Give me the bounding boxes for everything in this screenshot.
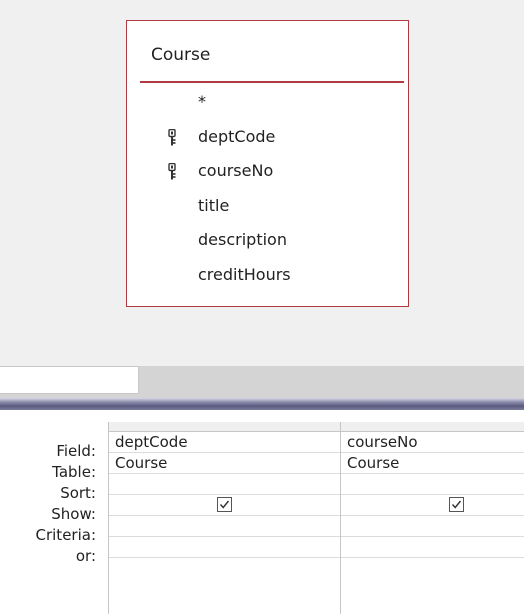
grid-column: deptCode Course — [108, 422, 340, 614]
table-cell[interactable]: Course — [341, 453, 524, 474]
field-item-description[interactable]: description — [127, 223, 408, 258]
row-label-criteria: Criteria: — [35, 526, 97, 544]
pane-splitter[interactable] — [0, 398, 524, 410]
design-pane-scrollbar[interactable] — [0, 366, 524, 398]
field-label: courseNo — [198, 161, 274, 180]
cell-value: Course — [115, 454, 168, 472]
row-label-sort: Sort: — [60, 484, 96, 502]
column-selector[interactable] — [109, 422, 340, 432]
column-selector[interactable] — [341, 422, 524, 432]
cell-value: deptCode — [115, 433, 188, 451]
primary-key-icon — [167, 154, 179, 189]
checkmark-icon — [451, 500, 462, 509]
sort-cell[interactable] — [341, 474, 524, 495]
field-label: title — [198, 195, 230, 215]
primary-key-icon — [167, 120, 179, 155]
grid-column: courseNo Course — [340, 422, 524, 614]
or-cell[interactable] — [109, 537, 340, 558]
field-item-credithours[interactable]: creditHours — [127, 258, 408, 293]
field-item-title[interactable]: title — [127, 189, 408, 224]
criteria-cell[interactable] — [109, 516, 340, 537]
show-checkbox[interactable] — [449, 497, 464, 512]
field-item-deptcode[interactable]: deptCode — [127, 120, 408, 155]
sort-cell[interactable] — [109, 474, 340, 495]
field-cell[interactable]: courseNo — [341, 432, 524, 453]
row-label-or: or: — [75, 547, 96, 565]
field-item-courseno[interactable]: courseNo — [127, 154, 408, 189]
show-cell — [341, 495, 524, 516]
or-cell[interactable] — [341, 537, 524, 558]
criteria-cell[interactable] — [341, 516, 524, 537]
query-design-pane[interactable]: Course * deptCode courseNo title descrip… — [0, 0, 524, 366]
table-title[interactable]: Course — [151, 45, 210, 65]
row-label-table: Table: — [52, 463, 96, 481]
field-label: creditHours — [198, 264, 291, 284]
query-design-grid: Field: Table: Sort: Show: Criteria: or: … — [0, 410, 524, 614]
scrollbar-thumb[interactable] — [0, 366, 139, 394]
show-cell — [109, 495, 340, 516]
field-item-star[interactable]: * — [127, 85, 408, 120]
field-cell[interactable]: deptCode — [109, 432, 340, 453]
checkmark-icon — [219, 500, 230, 509]
cell-value: Course — [347, 454, 400, 472]
field-label: * — [198, 92, 206, 111]
show-checkbox[interactable] — [217, 497, 232, 512]
field-list: * deptCode courseNo title description cr… — [127, 85, 408, 292]
field-label: description — [198, 230, 287, 249]
table-cell[interactable]: Course — [109, 453, 340, 474]
row-label-show: Show: — [51, 505, 96, 523]
cell-value: courseNo — [347, 433, 418, 451]
field-label: deptCode — [198, 126, 276, 146]
title-divider — [140, 81, 404, 83]
course-table-field-list[interactable]: Course * deptCode courseNo title descrip… — [126, 20, 409, 307]
row-label-field: Field: — [56, 442, 96, 460]
